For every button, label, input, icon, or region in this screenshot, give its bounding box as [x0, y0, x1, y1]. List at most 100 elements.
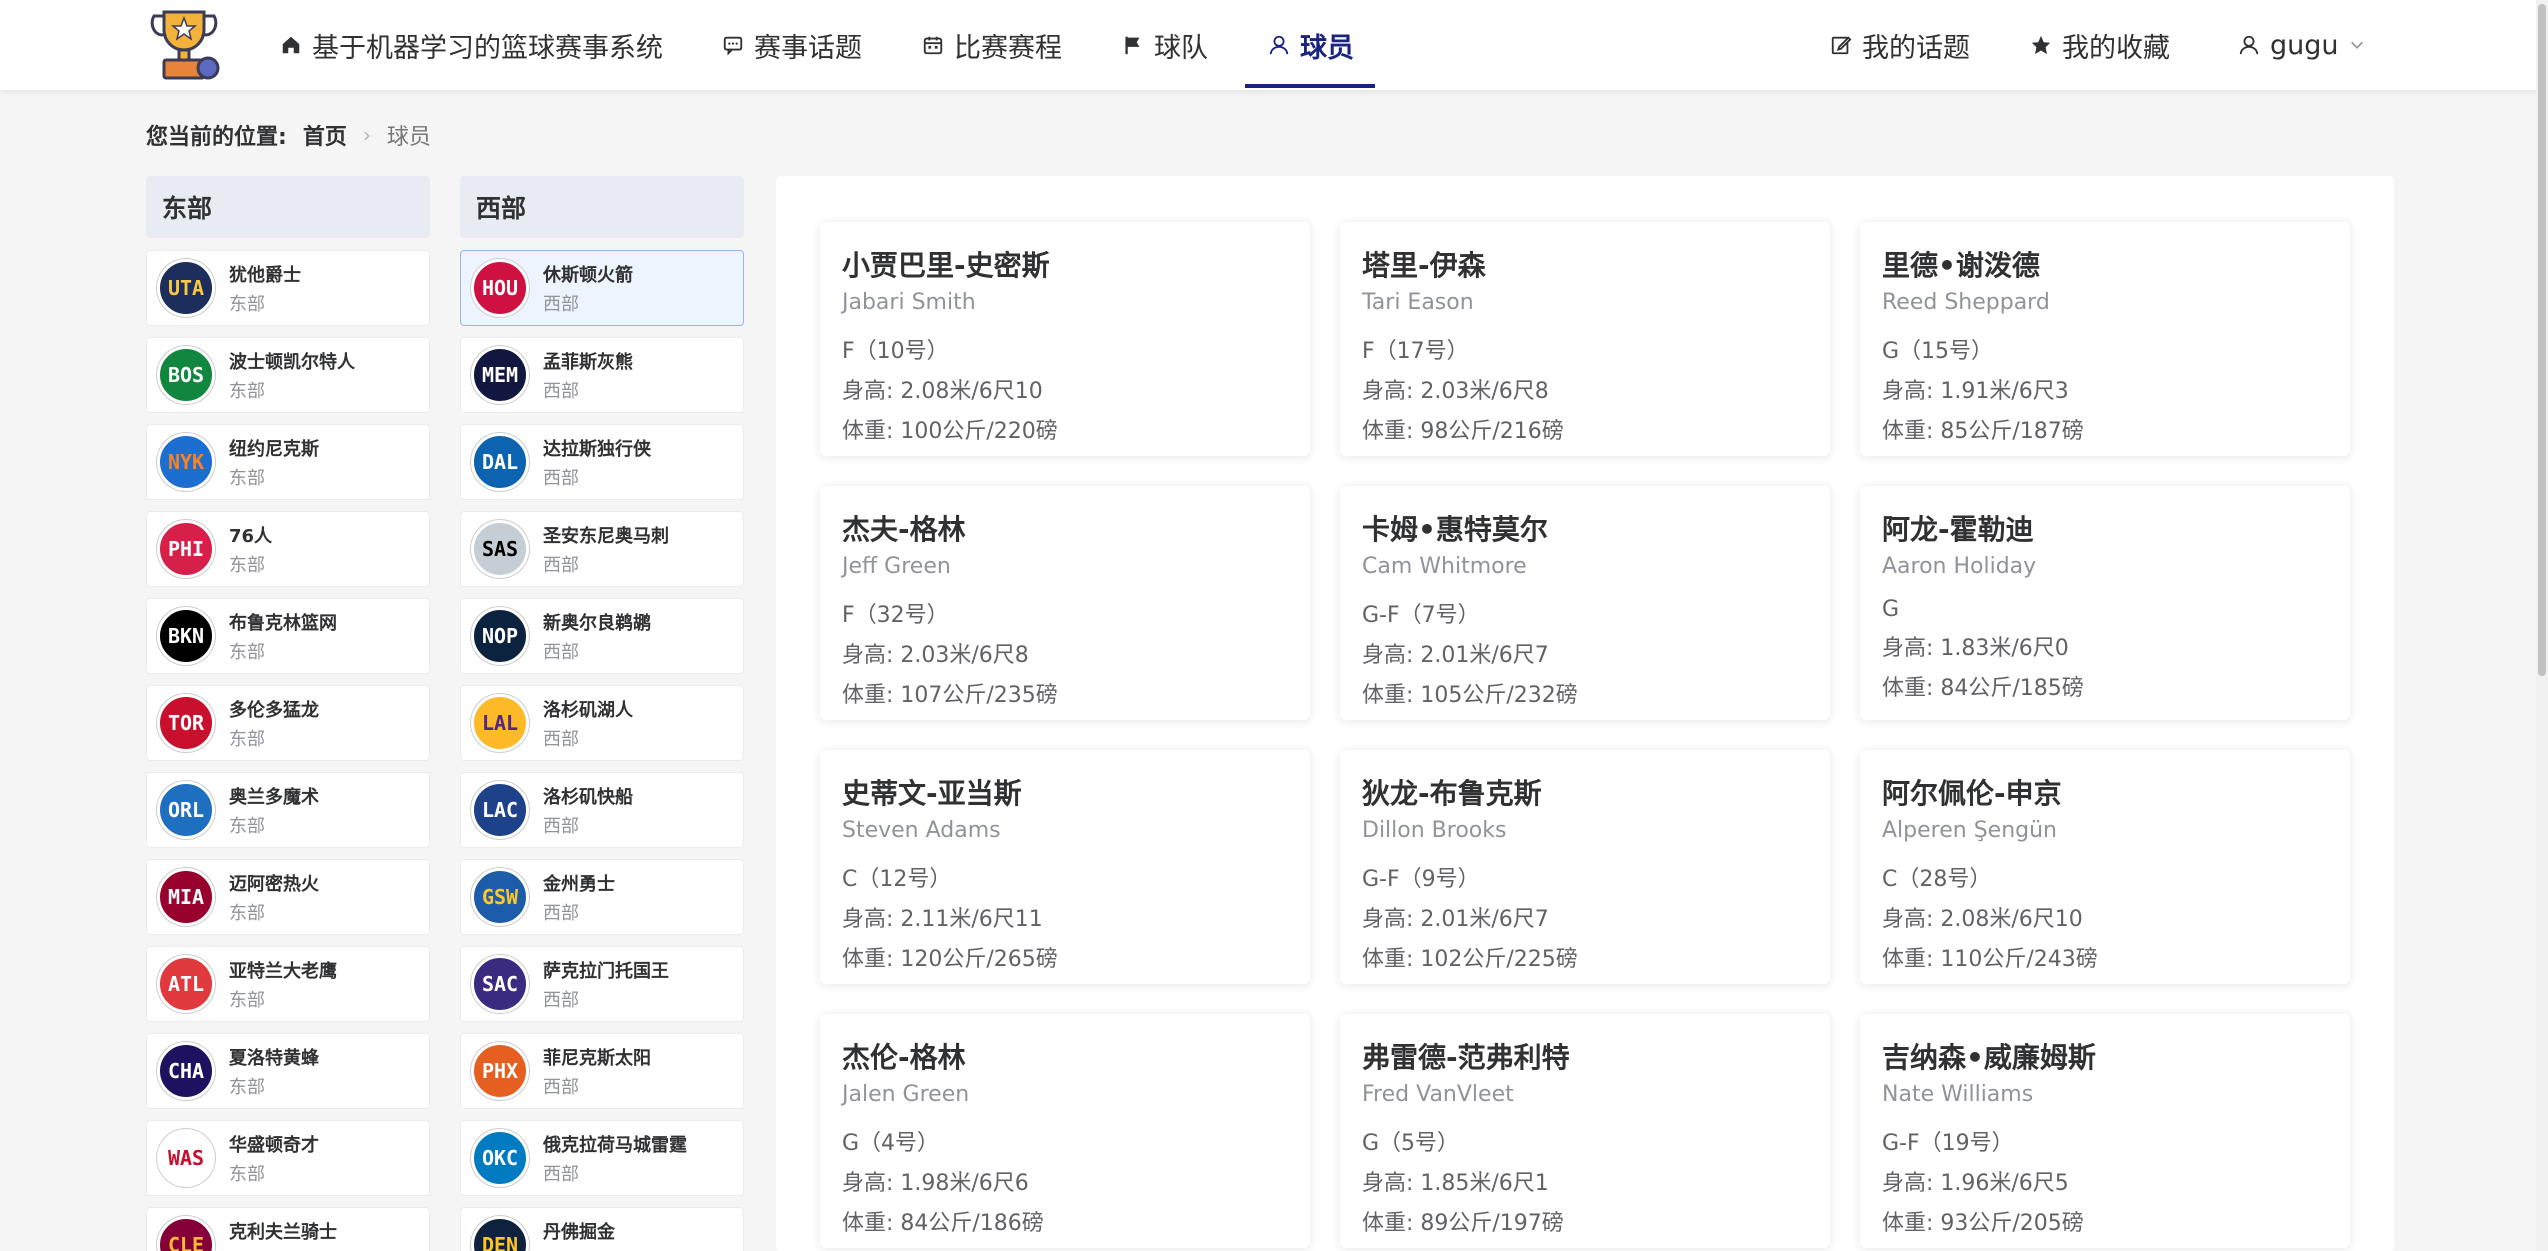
team-conference: 西部	[543, 902, 579, 924]
flag-icon	[1125, 36, 1140, 55]
team-item[interactable]: PHI 76人 东部	[146, 511, 430, 587]
my-favorites-link[interactable]: 我的收藏	[2030, 0, 2170, 90]
team-conference: 东部	[229, 293, 265, 315]
player-weight: 体重: 93公斤/205磅	[1882, 1211, 2084, 1236]
scrollbar-thumb[interactable]	[2538, 4, 2546, 676]
team-logo-icon: OKC	[471, 1129, 529, 1187]
player-name-cn: 弗雷德-范弗利特	[1362, 1041, 1570, 1074]
player-card[interactable]: 小贾巴里-史密斯 Jabari Smith F（10号） 身高: 2.08米/6…	[820, 222, 1310, 456]
east-conference-column: 东部 UTA 犹他爵士 东部 BOS 波士顿凯尔特人 东部 NYK 纽约尼克斯 东部 …	[146, 176, 430, 1251]
breadcrumb-label: 您当前的位置:	[146, 125, 287, 150]
east-conference-header: 东部	[146, 176, 430, 238]
player-card[interactable]: 弗雷德-范弗利特 Fred VanVleet G（5号） 身高: 1.85米/6…	[1340, 1014, 1830, 1248]
player-card[interactable]: 杰伦-格林 Jalen Green G（4号） 身高: 1.98米/6尺6 体重…	[820, 1014, 1310, 1248]
player-name-cn: 杰伦-格林	[842, 1041, 966, 1074]
team-item[interactable]: DAL 达拉斯独行侠 西部	[460, 424, 744, 500]
player-name-cn: 塔里-伊森	[1362, 249, 1486, 282]
team-item[interactable]: UTA 犹他爵士东部	[146, 250, 430, 326]
breadcrumb-separator-icon: ›	[362, 123, 371, 147]
team-logo-icon: MEM	[471, 346, 529, 404]
player-name-en: Jabari Smith	[842, 290, 976, 315]
player-name-cn: 阿尔佩伦-申京	[1882, 777, 2062, 810]
user-menu[interactable]: gugu	[2238, 0, 2365, 90]
player-card[interactable]: 吉纳森•威廉姆斯 Nate Williams G-F（19号） 身高: 1.96…	[1860, 1014, 2350, 1248]
nav-home[interactable]: 基于机器学习的篮球赛事系统	[280, 0, 663, 90]
home-icon	[282, 36, 300, 54]
team-name: 俄克拉荷马城雷霆	[543, 1134, 687, 1156]
team-name: 犹他爵士	[229, 264, 301, 286]
team-item[interactable]: NYK 纽约尼克斯 东部	[146, 424, 430, 500]
west-conference-column: 西部 HOU 休斯顿火箭 西部 MEM 孟菲斯灰熊 西部 DAL 达拉斯独行侠 西部 …	[460, 176, 744, 1251]
team-item[interactable]: PHX 菲尼克斯太阳 西部	[460, 1033, 744, 1109]
team-conference: 西部	[543, 1247, 615, 1251]
team-item[interactable]: BKN 布鲁克林篮网 东部	[146, 598, 430, 674]
player-card[interactable]: 阿龙-霍勒迪 Aaron Holiday G 身高: 1.83米/6尺0 体重:…	[1860, 486, 2350, 720]
team-item[interactable]: DEN 丹佛掘金西部	[460, 1207, 744, 1251]
team-item[interactable]: MIA 迈阿密热火 东部	[146, 859, 430, 935]
player-name-cn: 阿龙-霍勒迪	[1882, 513, 2034, 546]
team-name: 新奥尔良鹈鹕	[543, 612, 651, 634]
team-item[interactable]: ORL 奥兰多魔术 东部	[146, 772, 430, 848]
trophy-logo-icon[interactable]	[146, 6, 222, 84]
team-name: 休斯顿火箭	[543, 264, 633, 286]
team-name: 达拉斯独行侠	[543, 438, 651, 460]
player-height: 身高: 2.01米/6尺7	[1362, 907, 1549, 932]
team-item-selected[interactable]: HOU 休斯顿火箭 西部	[460, 250, 744, 326]
username: gugu	[2270, 29, 2339, 61]
nav-topics[interactable]: 赛事话题	[722, 0, 862, 90]
team-item[interactable]: SAC 萨克拉门托国王 西部	[460, 946, 744, 1022]
team-name: 圣安东尼奥马刺	[543, 525, 669, 547]
player-height: 身高: 2.03米/6尺8	[1362, 379, 1549, 404]
team-item[interactable]: CHA 夏洛特黄蜂 东部	[146, 1033, 430, 1109]
star-icon	[2031, 35, 2051, 55]
nav-teams[interactable]: 球队	[1122, 0, 1208, 90]
team-item[interactable]: LAL 洛杉矶湖人 西部	[460, 685, 744, 761]
team-item[interactable]: SAS 圣安东尼奥马刺 西部	[460, 511, 744, 587]
player-name-en: Alperen Şengün	[1882, 818, 2057, 843]
player-card[interactable]: 狄龙-布鲁克斯 Dillon Brooks G-F（9号） 身高: 2.01米/…	[1340, 750, 1830, 984]
player-card[interactable]: 塔里-伊森 Tari Eason F（17号） 身高: 2.03米/6尺8 体重…	[1340, 222, 1830, 456]
team-logo-icon: UTA	[157, 259, 215, 317]
breadcrumb: 您当前的位置: 首页 › 球员	[146, 118, 431, 152]
player-card[interactable]: 卡姆•惠特莫尔 Cam Whitmore G-F（7号） 身高: 2.01米/6…	[1340, 486, 1830, 720]
team-conference: 东部	[229, 554, 265, 576]
player-card[interactable]: 杰夫-格林 Jeff Green F（32号） 身高: 2.03米/6尺8 体重…	[820, 486, 1310, 720]
team-item[interactable]: ATL 亚特兰大老鹰 东部	[146, 946, 430, 1022]
team-name: 孟菲斯灰熊	[543, 351, 633, 373]
team-item[interactable]: GSW 金州勇士 西部	[460, 859, 744, 935]
team-logo-icon: SAC	[471, 955, 529, 1013]
my-topics-link[interactable]: 我的话题	[1830, 0, 1970, 90]
team-name: 夏洛特黄蜂	[229, 1047, 319, 1069]
team-logo-icon: NOP	[471, 607, 529, 665]
team-item[interactable]: NOP 新奥尔良鹈鹕 西部	[460, 598, 744, 674]
page-scrollbar[interactable]	[2536, 0, 2548, 1251]
player-position: F（17号）	[1362, 339, 1469, 364]
player-name-en: Nate Williams	[1882, 1082, 2034, 1107]
player-weight: 体重: 84公斤/186磅	[842, 1211, 1044, 1236]
player-height: 身高: 1.85米/6尺1	[1362, 1171, 1549, 1196]
player-card[interactable]: 阿尔佩伦-申京 Alperen Şengün C（28号） 身高: 2.08米/…	[1860, 750, 2350, 984]
nav-players[interactable]: 球员	[1268, 0, 1354, 90]
team-item[interactable]: WAS 华盛顿奇才 东部	[146, 1120, 430, 1196]
team-item[interactable]: MEM 孟菲斯灰熊 西部	[460, 337, 744, 413]
nav-schedule[interactable]: 比赛赛程	[922, 0, 1062, 90]
player-position: C（28号）	[1882, 867, 1992, 892]
breadcrumb-home-link[interactable]: 首页	[303, 119, 347, 151]
team-item[interactable]: OKC 俄克拉荷马城雷霆 西部	[460, 1120, 744, 1196]
team-name: 奥兰多魔术	[229, 786, 319, 808]
player-name-en: Tari Eason	[1362, 290, 1474, 315]
team-item[interactable]: TOR 多伦多猛龙 东部	[146, 685, 430, 761]
team-item[interactable]: CLE 克利夫兰骑士东部	[146, 1207, 430, 1251]
team-conference: 东部	[229, 467, 265, 489]
team-name: 亚特兰大老鹰	[229, 960, 337, 982]
player-position: G	[1882, 597, 1900, 622]
team-name: 洛杉矶湖人	[543, 699, 633, 721]
team-logo-icon: TOR	[157, 694, 215, 752]
team-name: 洛杉矶快船	[543, 786, 633, 808]
player-card[interactable]: 里德•谢泼德 Reed Sheppard G（15号） 身高: 1.91米/6尺…	[1860, 222, 2350, 456]
team-item[interactable]: LAC 洛杉矶快船 西部	[460, 772, 744, 848]
player-card[interactable]: 史蒂文-亚当斯 Steven Adams C（12号） 身高: 2.11米/6尺…	[820, 750, 1310, 984]
team-item[interactable]: BOS 波士顿凯尔特人 东部	[146, 337, 430, 413]
player-weight: 体重: 98公斤/216磅	[1362, 419, 1564, 444]
chat-icon	[723, 36, 743, 56]
